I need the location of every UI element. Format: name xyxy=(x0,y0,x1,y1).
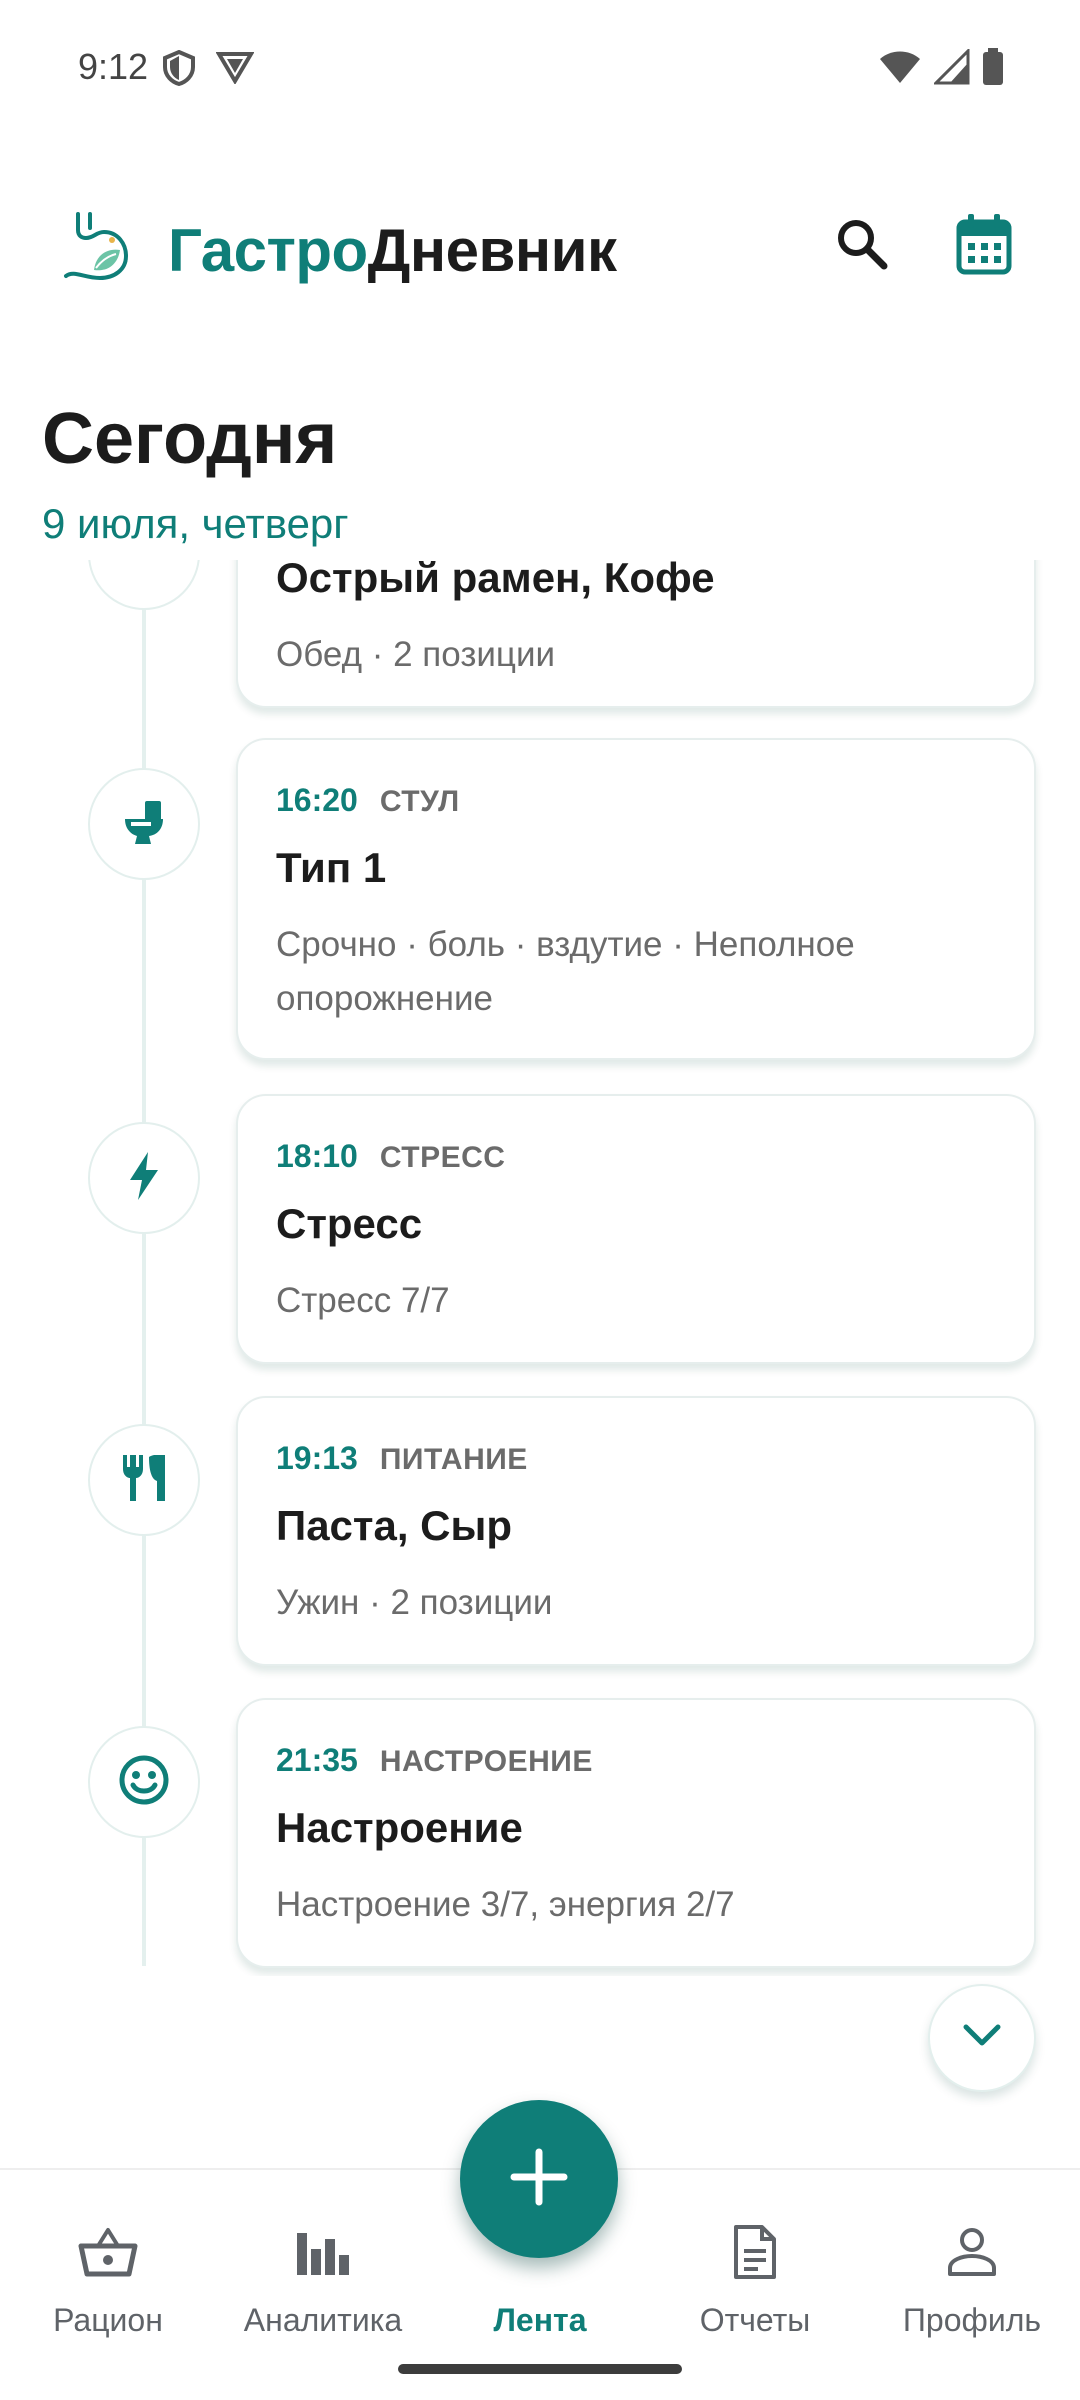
card-detail: Ужин · 2 позиции xyxy=(276,1583,553,1622)
nav-label: Профиль xyxy=(902,2302,1042,2338)
app-title: ГастроДневник xyxy=(168,216,617,285)
restaurant-icon xyxy=(119,1451,169,1510)
card-title: Настроение xyxy=(276,1804,523,1851)
card-time: 18:10 xyxy=(276,1138,358,1174)
card-detail: Настроение 3/7, энергия 2/7 xyxy=(276,1885,735,1924)
toilet-icon xyxy=(119,797,169,852)
add-entry-button[interactable] xyxy=(460,2100,618,2258)
timeline-node xyxy=(88,1122,200,1234)
nav-label: Рацион xyxy=(53,2302,163,2338)
bolt-icon xyxy=(124,1150,164,1207)
status-system-icons xyxy=(878,47,1004,91)
signal-icon xyxy=(932,47,970,90)
battery-icon xyxy=(982,48,1004,91)
card-head: 18:10 СТРЕСС xyxy=(276,1138,505,1175)
page-title: Сегодня xyxy=(42,399,338,479)
home-indicator[interactable] xyxy=(398,2364,682,2374)
nav-label: Отчеты xyxy=(699,2302,811,2338)
status-bar: 9:12 xyxy=(0,0,1080,136)
card-detail: Срочно · боль · вздутие · Неполное опоро… xyxy=(276,925,855,1018)
timeline-node xyxy=(88,1726,200,1838)
timeline-feed[interactable]: Острый рамен, Кофе Обед · 2 позиции 16:2… xyxy=(0,556,1080,1976)
smile-icon xyxy=(118,1754,170,1811)
nav-label: Аналитика xyxy=(243,2302,403,2338)
document-icon xyxy=(723,2220,787,2284)
page-header: Сегодня 9 июля, четверг xyxy=(0,380,1080,560)
status-time: 9:12 xyxy=(78,46,149,87)
card-head: 19:13 ПИТАНИЕ xyxy=(276,1440,528,1477)
card-time: 16:20 xyxy=(276,782,358,818)
card-detail: Стресс 7/7 xyxy=(276,1281,450,1320)
timeline-node xyxy=(88,1424,200,1536)
nav-item-analytics[interactable]: Аналитика xyxy=(223,2220,423,2339)
card-head: 21:35 НАСТРОЕНИЕ xyxy=(276,1742,593,1779)
nav-label: Лента xyxy=(493,2302,587,2338)
card-kind: НАСТРОЕНИЕ xyxy=(379,1745,593,1778)
nav-item-ration[interactable]: Рацион xyxy=(8,2220,208,2339)
calendar-icon xyxy=(955,212,1013,281)
search-icon xyxy=(834,216,890,277)
plus-icon xyxy=(510,2148,568,2211)
vpn-icon xyxy=(215,50,255,91)
app-title-part1: Гастро xyxy=(168,217,368,284)
page-date: 9 июля, четверг xyxy=(42,500,349,547)
timeline-card[interactable]: 18:10 СТРЕСС Стресс Стресс 7/7 xyxy=(236,1094,1036,1364)
search-button[interactable] xyxy=(820,204,904,288)
timeline-card[interactable]: 21:35 НАСТРОЕНИЕ Настроение Настроение 3… xyxy=(236,1698,1036,1968)
card-time: 21:35 xyxy=(276,1742,358,1778)
timeline-card[interactable]: 16:20 СТУЛ Тип 1 Срочно · боль · вздутие… xyxy=(236,738,1036,1060)
stomach-logo-icon xyxy=(60,210,134,282)
card-kind: СТУЛ xyxy=(379,785,460,818)
timeline-node xyxy=(88,556,200,610)
status-notification-icons xyxy=(162,49,255,91)
chevron-down-icon xyxy=(962,2023,1002,2054)
basket-icon xyxy=(76,2220,140,2284)
card-time: 19:13 xyxy=(276,1440,358,1476)
scroll-down-button[interactable] xyxy=(928,1984,1036,2092)
card-title: Паста, Сыр xyxy=(276,1502,513,1549)
app-title-part2: Дневник xyxy=(367,217,617,284)
card-kind: ПИТАНИЕ xyxy=(379,1443,528,1476)
app-bar: ГастроДневник xyxy=(0,190,1080,310)
card-head: 16:20 СТУЛ xyxy=(276,782,460,819)
card-title: Тип 1 xyxy=(276,844,387,891)
timeline-card[interactable]: 19:13 ПИТАНИЕ Паста, Сыр Ужин · 2 позици… xyxy=(236,1396,1036,1666)
card-kind: СТРЕСС xyxy=(379,1141,506,1174)
wifi-icon xyxy=(878,49,922,90)
card-title: Стресс xyxy=(276,1200,423,1247)
bar-chart-icon xyxy=(291,2220,355,2284)
nav-item-reports[interactable]: Отчеты xyxy=(655,2220,855,2339)
nav-item-profile[interactable]: Профиль xyxy=(872,2220,1072,2339)
person-icon xyxy=(940,2220,1004,2284)
calendar-button[interactable] xyxy=(942,204,1026,288)
card-title: Острый рамен, Кофе xyxy=(276,556,715,601)
timeline-card[interactable]: Острый рамен, Кофе Обед · 2 позиции xyxy=(236,556,1036,708)
shield-icon xyxy=(162,49,196,91)
timeline-node xyxy=(88,768,200,880)
card-detail: Обед · 2 позиции xyxy=(276,635,556,674)
